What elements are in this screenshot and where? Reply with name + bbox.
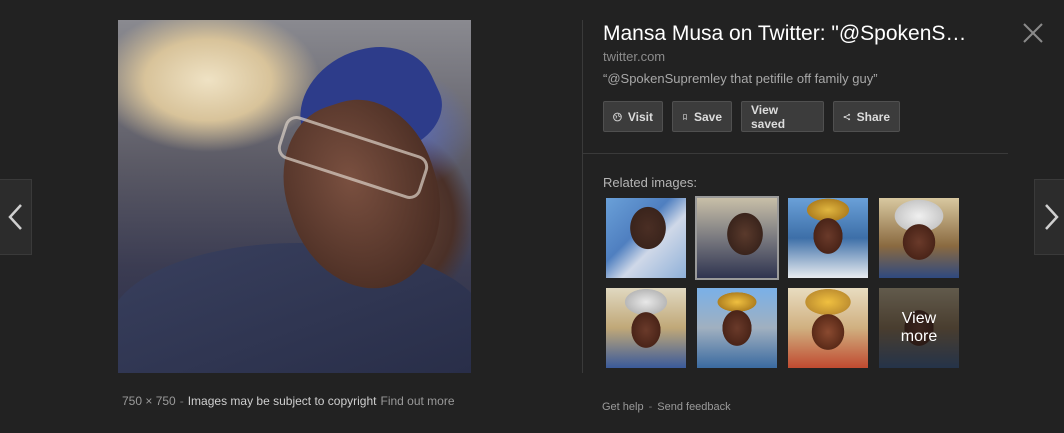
vertical-divider xyxy=(582,20,583,373)
view-saved-label: View saved xyxy=(751,102,786,131)
save-button[interactable]: Save xyxy=(672,101,732,132)
view-more-label-line2: more xyxy=(900,328,938,345)
view-saved-button[interactable]: View saved xyxy=(741,101,824,132)
main-preview-image[interactable] xyxy=(118,20,471,373)
footer-links: Get help - Send feedback xyxy=(602,401,731,413)
share-label: Share xyxy=(856,109,890,124)
view-more-button[interactable]: View more xyxy=(879,288,959,368)
view-more-overlay: View more xyxy=(879,288,959,368)
image-meta: 750 × 750- Images may be subject to copyr… xyxy=(122,394,455,408)
related-image-thumbnail[interactable] xyxy=(788,198,868,278)
related-image-thumbnail-selected[interactable] xyxy=(695,196,779,280)
visit-label: Visit xyxy=(627,109,653,124)
save-label: Save xyxy=(693,109,722,124)
related-image-thumbnail[interactable] xyxy=(606,198,686,278)
share-icon xyxy=(843,113,851,120)
globe-icon xyxy=(613,112,622,121)
meta-separator: - xyxy=(179,394,184,408)
related-image-thumbnail[interactable] xyxy=(879,198,959,278)
chevron-left-icon xyxy=(7,204,22,230)
page-title[interactable]: Mansa Musa on Twitter: "@SpokenS… xyxy=(603,22,993,46)
close-icon[interactable] xyxy=(1021,21,1045,45)
copyright-notice: Images may be subject to copyright xyxy=(187,394,377,408)
related-images-label: Related images: xyxy=(603,175,697,190)
action-buttons: Visit Save View saved Share xyxy=(603,101,909,132)
share-button[interactable]: Share xyxy=(833,101,900,132)
horizontal-divider xyxy=(583,153,1008,154)
related-image-thumbnail[interactable] xyxy=(788,288,868,368)
visit-button[interactable]: Visit xyxy=(603,101,663,132)
footer-separator: - xyxy=(648,401,653,413)
find-out-more-link[interactable]: Find out more xyxy=(380,394,454,408)
send-feedback-link[interactable]: Send feedback xyxy=(657,401,730,413)
get-help-link[interactable]: Get help xyxy=(602,401,644,413)
related-image-thumbnail[interactable] xyxy=(697,288,777,368)
chevron-right-icon xyxy=(1044,204,1059,230)
view-more-label-line1: View xyxy=(901,310,937,327)
image-caption: “@SpokenSupremley that petifile off fami… xyxy=(603,71,878,86)
previous-image-button[interactable] xyxy=(0,179,32,255)
image-dimensions: 750 × 750 xyxy=(122,394,176,408)
bookmark-icon xyxy=(683,113,687,120)
source-domain[interactable]: twitter.com xyxy=(603,49,665,64)
related-image-thumbnail[interactable] xyxy=(606,288,686,368)
next-image-button[interactable] xyxy=(1034,179,1064,255)
